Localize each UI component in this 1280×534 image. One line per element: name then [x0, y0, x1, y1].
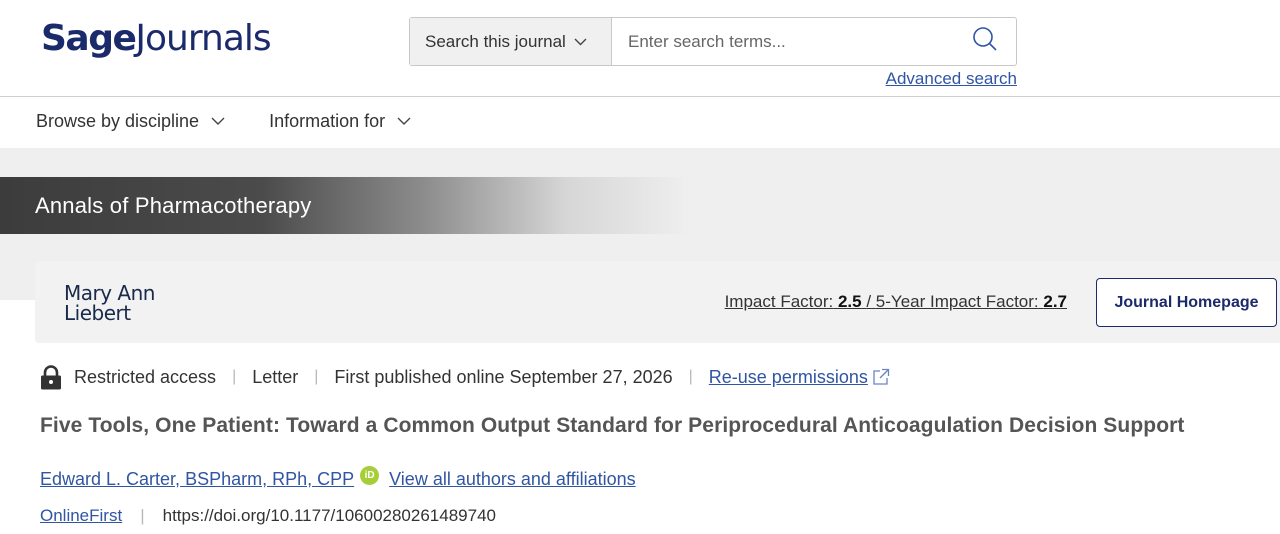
journal-title-bar: Annals of Pharmacotherapy [0, 177, 690, 234]
meta-separator: | [314, 368, 319, 385]
five-year-impact-label: 5-Year Impact Factor: [875, 292, 1039, 311]
lock-icon [40, 364, 62, 390]
impact-factor-label: Impact Factor: [724, 292, 834, 311]
article-type: Letter [252, 366, 299, 387]
external-link-icon[interactable] [872, 368, 890, 386]
search-bar: Search this journal [409, 17, 1017, 66]
reuse-permissions-link[interactable]: Re-use permissions [709, 367, 868, 388]
journal-info-panel: Mary Ann Liebert Impact Factor: 2.5 / 5-… [35, 261, 1280, 343]
publication-date: First published online September 27, 202… [334, 366, 673, 387]
view-all-authors-link[interactable]: View all authors and affiliations [389, 469, 636, 490]
article-title: Five Tools, One Patient: Toward a Common… [40, 414, 1185, 437]
header-divider [0, 96, 1280, 97]
sage-journals-logo[interactable]: SageJournals [41, 18, 272, 59]
access-status: Restricted access [74, 366, 217, 387]
meta-separator: | [140, 506, 145, 525]
chevron-down-icon [574, 38, 587, 46]
doi-text[interactable]: https://doi.org/10.1177/1060028026148974… [163, 506, 496, 526]
logo-product: Journals [135, 18, 271, 59]
publisher-logo-line1: Mary Ann [64, 281, 155, 305]
search-button[interactable] [954, 18, 1016, 65]
orcid-icon[interactable]: iD [360, 465, 380, 485]
nav-browse-by-discipline[interactable]: Browse by discipline [36, 111, 225, 132]
impact-factor-value: 2.5 [837, 292, 862, 311]
five-year-impact-value: 2.7 [1043, 292, 1067, 311]
publisher-logo-line2: Liebert [64, 301, 131, 325]
search-scope-dropdown[interactable]: Search this journal [410, 18, 612, 65]
journal-homepage-button[interactable]: Journal Homepage [1096, 278, 1277, 327]
doi-row: OnlineFirst | https://doi.org/10.1177/10… [40, 503, 496, 529]
search-icon [972, 26, 998, 57]
publisher-logo[interactable]: Mary Ann Liebert [64, 283, 155, 323]
logo-brand: Sage [41, 18, 137, 59]
nav-item-label: Browse by discipline [36, 110, 200, 131]
search-input[interactable] [612, 18, 954, 65]
journal-title: Annals of Pharmacotherapy [35, 192, 312, 218]
nav-information-for[interactable]: Information for [269, 111, 411, 132]
meta-separator: | [688, 368, 693, 385]
search-scope-label: Search this journal [425, 31, 566, 51]
main-nav: Browse by discipline Information for [36, 108, 411, 134]
chevron-down-icon [397, 117, 411, 125]
advanced-search-link[interactable]: Advanced search [886, 69, 1017, 89]
author-link[interactable]: Edward L. Carter, BSPharm, RPh, CPP [40, 469, 354, 490]
author-list: Edward L. Carter, BSPharm, RPh, CPP iD V… [40, 465, 636, 492]
article-meta: Restricted access | Letter | First publi… [40, 363, 890, 391]
meta-separator: | [232, 368, 237, 385]
nav-item-label: Information for [269, 110, 386, 131]
impact-factor-link[interactable]: Impact Factor: 2.5 / 5-Year Impact Facto… [725, 292, 1067, 312]
onlinefirst-link[interactable]: OnlineFirst [40, 506, 122, 526]
chevron-down-icon [211, 117, 225, 125]
impact-factor-separator: / [866, 292, 872, 311]
